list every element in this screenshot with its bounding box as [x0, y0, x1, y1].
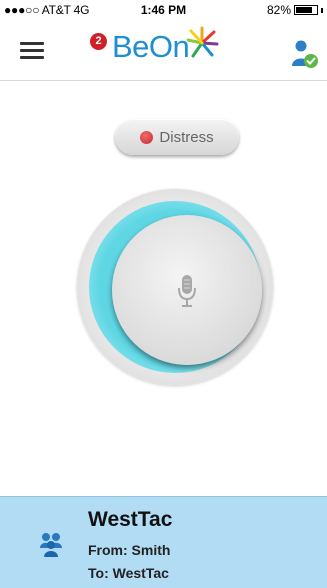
status-bar: ●●●○○ AT&T 4G 1:46 PM 82%	[0, 0, 327, 20]
user-verified-icon[interactable]	[289, 39, 319, 69]
notification-badge[interactable]: 2	[90, 33, 107, 50]
distress-label: Distress	[159, 128, 214, 146]
battery-status: 82%	[267, 3, 323, 17]
group-users-icon	[40, 533, 62, 557]
push-to-talk-ring	[77, 189, 273, 385]
battery-percent: 82%	[266, 3, 291, 17]
app-header: 2 BeOn	[0, 20, 327, 81]
distress-indicator-icon	[140, 130, 154, 144]
logo-text: BeOn	[112, 29, 190, 64]
starburst-icon	[186, 26, 219, 58]
beon-logo: 2 BeOn	[90, 26, 240, 76]
talkgroup-panel[interactable]: WestTac From: Smith To: WestTac	[0, 496, 327, 588]
talkgroup-from: From: Smith	[88, 542, 171, 558]
battery-icon	[294, 5, 318, 15]
hamburger-menu-icon[interactable]	[20, 42, 44, 60]
microphone-icon	[178, 275, 196, 307]
talkgroup-name: WestTac	[88, 508, 173, 531]
distress-button[interactable]: Distress	[115, 119, 239, 155]
ptt-glow-ring	[89, 201, 262, 373]
push-to-talk-button[interactable]	[112, 215, 262, 365]
battery-tip	[321, 7, 323, 13]
talkgroup-to: To: WestTac	[88, 565, 169, 581]
